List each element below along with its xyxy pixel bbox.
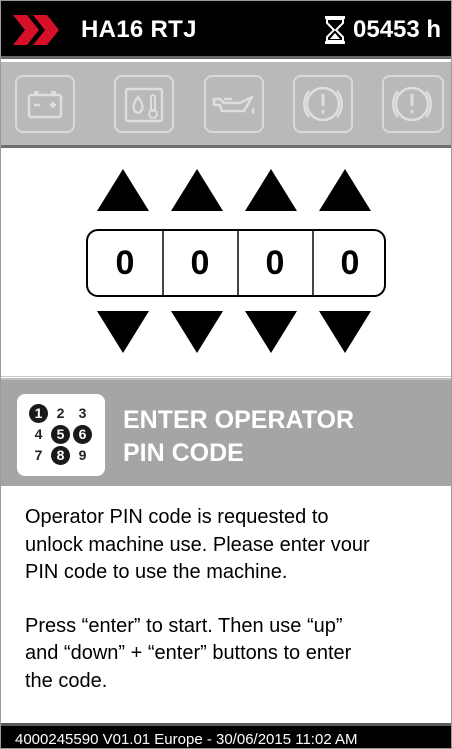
keypad-icon: 1 2 3 4 5 6 7 8 9 [17,394,105,476]
page-title: ENTER OPERATOR PIN CODE [123,404,354,470]
keypad-key: 5 [51,425,70,444]
pin-digit-2[interactable]: 0 [163,231,237,295]
digit-4-up-button[interactable] [319,169,371,211]
pin-digit-field[interactable]: 0 0 0 0 [86,229,386,297]
status-icon-bar [1,62,451,148]
chevron-logo-icon [13,15,59,45]
keypad-key: 7 [34,447,43,463]
pin-digit-1[interactable]: 0 [88,231,162,295]
pin-digit-3[interactable]: 0 [238,231,312,295]
keypad-key: 3 [78,405,87,421]
text-line: Press “enter” to start. Then use “up” [25,614,343,637]
hourglass-icon [325,16,345,44]
text-line: PIN code to use the machine. [25,561,288,583]
instruction-paragraph: Operator PIN code is requested to unlock… [25,504,445,587]
text-line: Operator PIN code is requested to [25,506,329,528]
keypad-key: 6 [73,425,92,444]
keypad-key: 9 [78,447,87,463]
text-line: unlock machine use. Please enter vour [25,533,370,556]
hour-meter: 05453 h [353,16,442,43]
digit-1-down-button[interactable] [97,311,149,353]
digit-2-up-button[interactable] [171,169,223,211]
battery-icon[interactable] [15,75,75,133]
text-line: the code. [25,669,108,692]
status-bar: HA16 RTJ 05453 h [1,1,451,59]
digit-3-up-button[interactable] [245,169,297,211]
keypad-key: 4 [34,426,43,442]
keypad-key: 1 [29,404,48,423]
title-line: PIN CODE [123,439,244,467]
pin-entry: 0 0 0 0 [1,151,451,377]
text-line: and “down” + “enter” buttons to enter [25,642,352,664]
digit-4-down-button[interactable] [319,311,371,353]
instruction-paragraph: Press “enter” to start. Then use “up” an… [25,613,445,696]
machine-model: HA16 RTJ [81,16,197,43]
title-line: ENTER OPERATOR [123,406,355,434]
digit-2-down-button[interactable] [171,311,223,353]
digit-1-up-button[interactable] [97,169,149,211]
fuel-temperature-icon[interactable] [114,75,174,133]
warning-icon[interactable] [382,75,444,133]
engine-oil-icon[interactable] [204,75,264,133]
version-footer: 4000245590 V01.01 Europe - 30/06/2015 11… [1,723,451,748]
pin-digit-4[interactable]: 0 [313,231,387,295]
warning-icon[interactable] [293,75,353,133]
keypad-key: 2 [56,405,65,421]
pin-code-header: 1 2 3 4 5 6 7 8 9 ENTER OPERATOR PIN COD… [1,378,451,486]
digit-3-down-button[interactable] [245,311,297,353]
pin-code-screen: HA16 RTJ 05453 h 0 0 0 0 1 2 3 4 5 6 7 8… [0,0,452,749]
keypad-key: 8 [51,446,70,465]
instructions: Operator PIN code is requested to unlock… [25,504,445,695]
